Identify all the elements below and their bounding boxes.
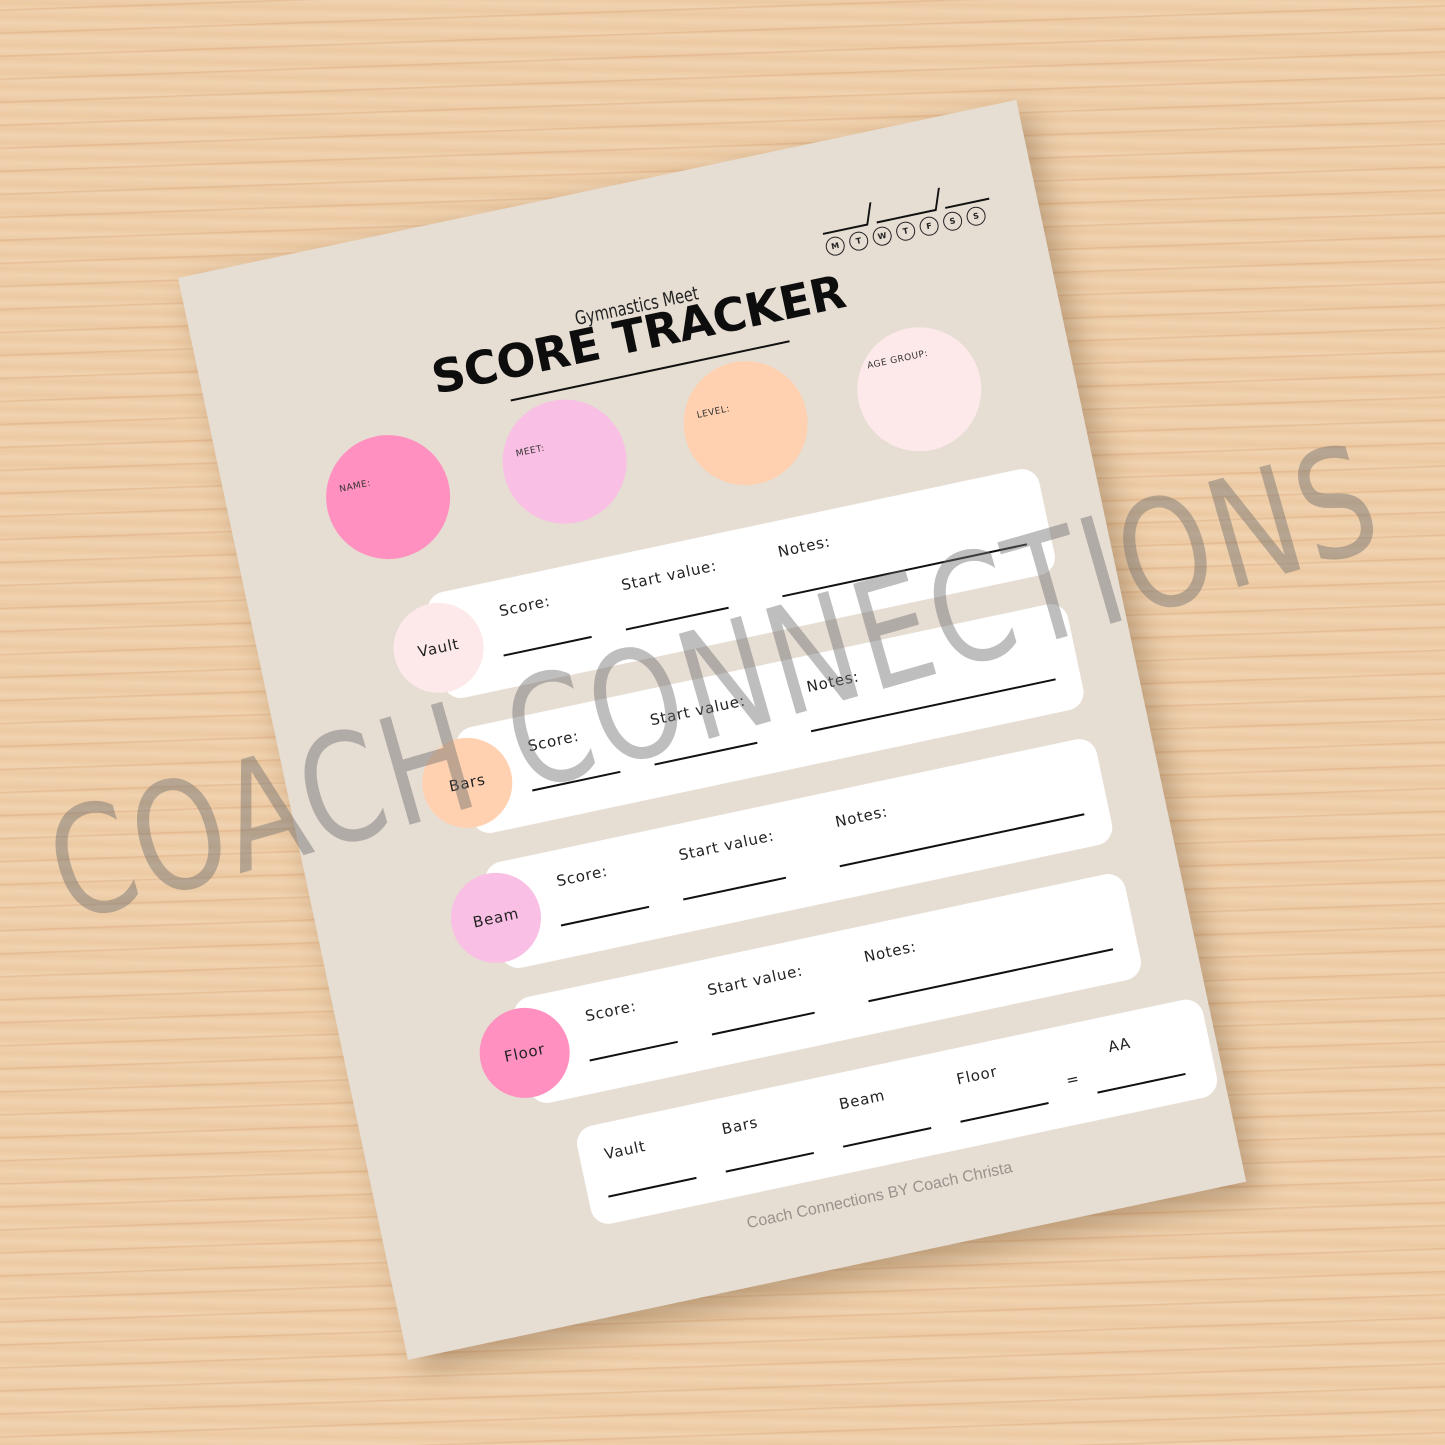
start-value-input-line[interactable] [711,1011,815,1036]
weekday-circle[interactable]: M [823,234,847,258]
start-value-label: Start value: [619,556,719,595]
total-beam-label: Beam [837,1086,887,1114]
notes-label: Notes: [776,532,833,562]
level-label: LEVEL: [696,404,731,421]
meet-field[interactable]: MEET: [491,388,639,536]
score-label: Score: [554,861,610,891]
notes-label: Notes: [862,937,919,966]
total-vault-label: Vault [602,1136,648,1164]
name-field[interactable]: NAME: [314,423,462,571]
start-value-input-line[interactable] [683,876,787,901]
date-slash [866,202,872,226]
score-label: Score: [497,591,552,621]
level-field[interactable]: LEVEL: [672,349,820,497]
total-bars-label: Bars [720,1113,760,1139]
total-floor-label: Floor [954,1062,999,1089]
weekday-circle[interactable]: T [847,229,870,253]
start-value-label: Start value: [705,961,805,1000]
name-label: NAME: [338,478,372,495]
weekday-circle[interactable]: W [870,224,894,248]
total-vault-line[interactable] [608,1176,697,1198]
weekday-circle[interactable]: T [894,219,917,243]
event-badge-floor: Floor [471,999,579,1107]
score-input-line[interactable] [589,1040,678,1062]
total-beam-line[interactable] [842,1127,932,1148]
meet-label: MEET: [515,443,546,460]
start-value-label: Start value: [677,826,776,865]
weekday-circle[interactable]: F [917,214,941,238]
date-slash [934,187,940,212]
notes-label: Notes: [833,802,890,831]
weekday-circle[interactable]: S [941,209,964,233]
all-around-line[interactable] [1097,1072,1186,1094]
age-group-field[interactable]: AGE GROUP: [845,315,993,463]
score-label: Score: [583,996,639,1026]
weekday-circle[interactable]: S [964,204,988,228]
total-floor-line[interactable] [960,1102,1049,1123]
all-around-label: AA [1106,1033,1133,1057]
score-input-line[interactable] [560,905,650,927]
equals-sign: = [1064,1069,1082,1090]
age-group-label: AGE GROUP: [866,348,930,372]
total-bars-line[interactable] [725,1151,815,1173]
event-badge-beam: Beam [442,864,550,972]
